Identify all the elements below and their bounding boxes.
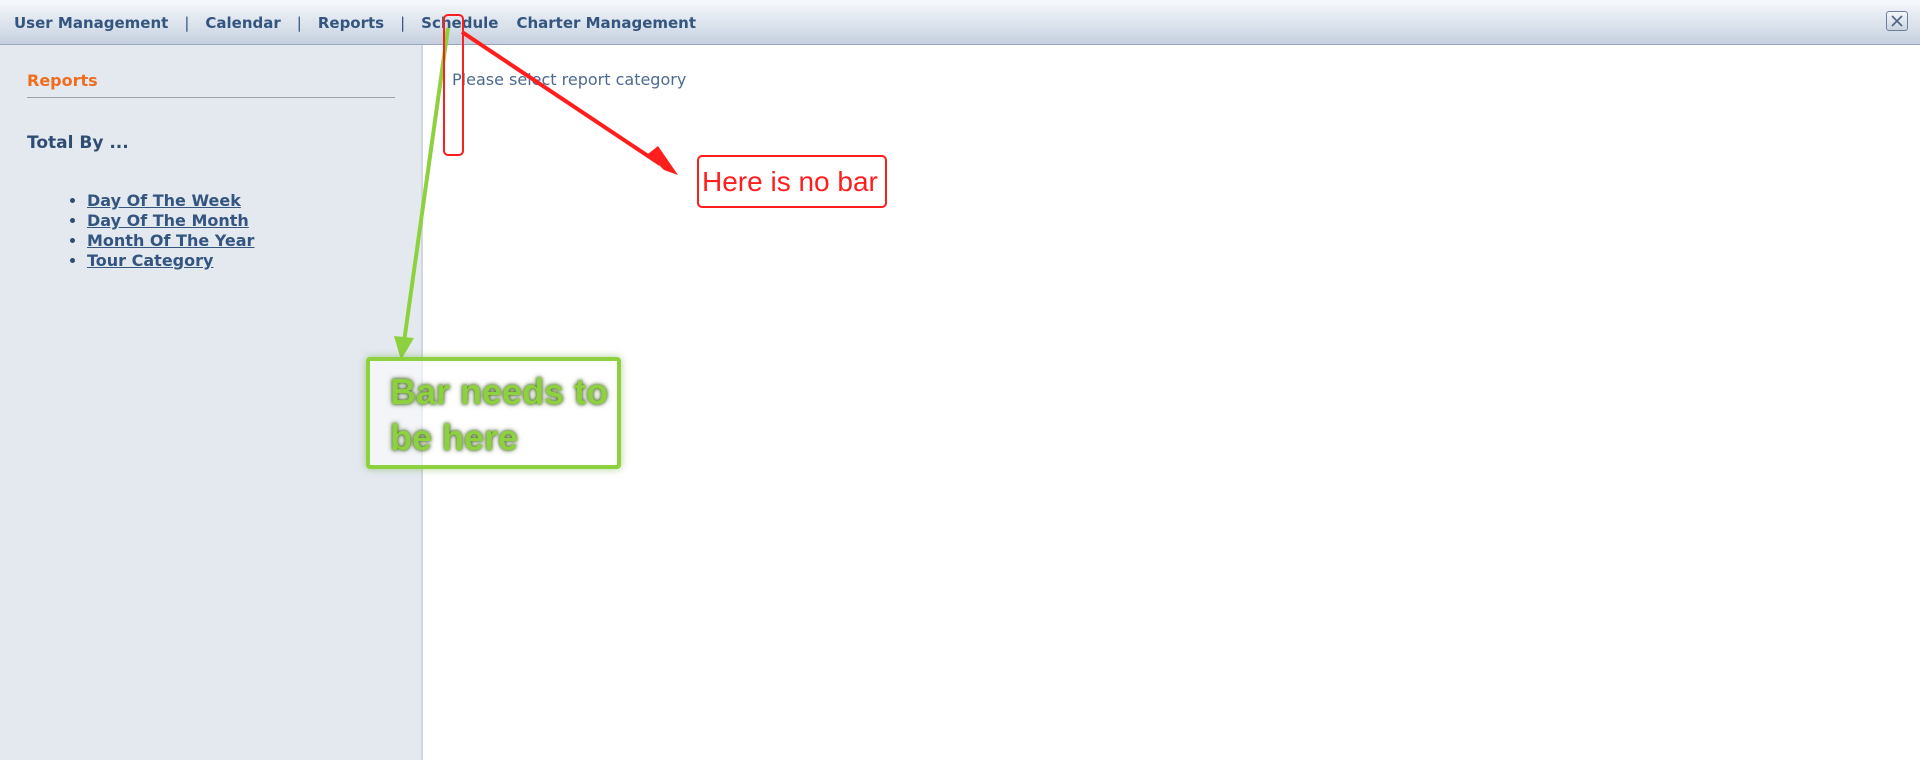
nav-calendar[interactable]: Calendar [205,14,280,32]
report-link-day-of-week[interactable]: Day Of The Week [87,191,241,210]
main-navigation: User Management | Calendar | Reports | S… [14,14,696,32]
report-link-month-of-year[interactable]: Month Of The Year [87,231,254,250]
report-link-day-of-month[interactable]: Day Of The Month [87,211,249,230]
close-icon [1891,15,1903,27]
nav-user-management[interactable]: User Management [14,14,168,32]
nav-separator: | [184,14,190,32]
list-item: Day Of The Month [87,211,254,231]
nav-charter-management[interactable]: Charter Management [516,14,696,32]
list-item: Month Of The Year [87,231,254,251]
nav-separator: | [400,14,406,32]
sidebar-divider [27,97,395,98]
top-menu-bar: User Management | Calendar | Reports | S… [0,0,1920,45]
sidebar-heading: Total By ... [27,133,129,153]
report-link-tour-category[interactable]: Tour Category [87,251,213,270]
nav-separator: | [296,14,302,32]
red-arrow-head [648,146,678,175]
close-button[interactable] [1886,11,1908,31]
report-placeholder-message: Please select report category [452,70,687,89]
list-item: Tour Category [87,251,254,271]
red-arrow-shaft [460,30,662,166]
annotation-highlight-missing-bar [443,14,464,156]
list-item: Day Of The Week [87,191,254,211]
nav-reports[interactable]: Reports [318,14,384,32]
annotation-note-green: Bar needs to be here [390,371,609,458]
sidebar-title: Reports [27,71,98,90]
reports-sidebar: Reports Total By ... Day Of The Week Day… [0,45,423,760]
report-category-list: Day Of The Week Day Of The Month Month O… [27,191,254,271]
annotation-note-green-box: Bar needs to be here [366,357,621,469]
annotation-note-red: Here is no bar [697,155,887,208]
